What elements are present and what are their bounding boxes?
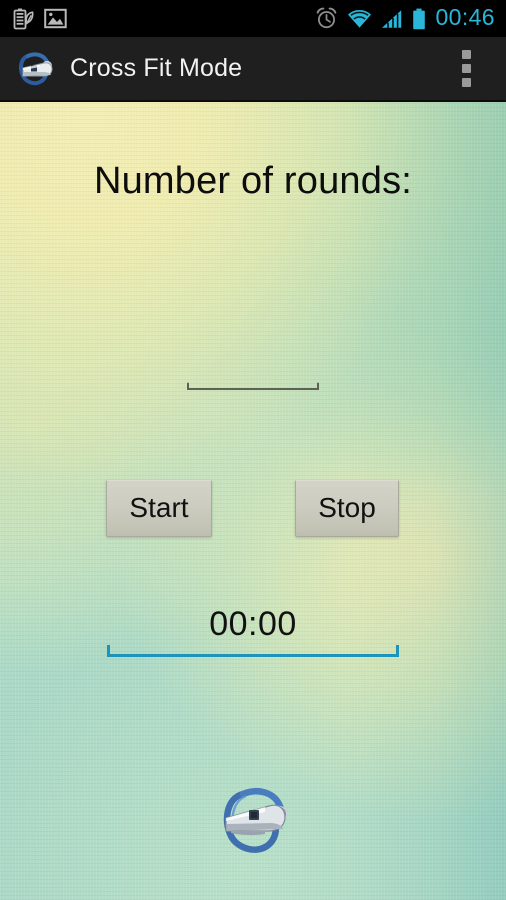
wifi-icon — [348, 9, 372, 28]
rounds-input-field[interactable] — [187, 350, 319, 390]
status-bar: 00:46 — [0, 0, 506, 37]
whistle-icon — [223, 788, 288, 853]
overflow-dot — [461, 64, 471, 73]
timer-value: 00:00 — [209, 605, 297, 643]
battery-saver-icon — [13, 8, 34, 29]
timer-field[interactable]: 00:00 — [107, 602, 399, 657]
alarm-clock-icon — [317, 7, 337, 29]
signal-icon — [382, 9, 402, 28]
rounds-input[interactable] — [187, 382, 319, 390]
status-bar-clock: 00:46 — [435, 4, 495, 30]
battery-icon — [413, 8, 426, 29]
photo-icon — [44, 8, 67, 29]
status-bar-left-icons — [0, 7, 67, 31]
stop-button[interactable]: Stop — [295, 480, 399, 537]
status-bar-right-icons: 00:46 — [315, 6, 506, 31]
bottom-whistle-logo — [213, 778, 297, 862]
app-screen: 00:46 Cross Fit Mode Number of rounds: S… — [0, 0, 506, 900]
main-content: Number of rounds: Start Stop 00:00 — [0, 102, 506, 900]
start-button[interactable]: Start — [106, 480, 212, 537]
rounds-label: Number of rounds: — [93, 160, 413, 202]
start-button-label: Start — [129, 491, 189, 523]
whistle-icon — [18, 51, 53, 85]
timer-underline — [107, 645, 399, 657]
overflow-menu-icon[interactable] — [446, 43, 486, 95]
app-title: Cross Fit Mode — [70, 54, 243, 82]
app-icon — [14, 46, 60, 92]
overflow-dot — [461, 50, 471, 59]
overflow-dot — [461, 78, 471, 87]
stop-button-label: Stop — [318, 491, 376, 523]
action-bar: Cross Fit Mode — [0, 37, 506, 102]
